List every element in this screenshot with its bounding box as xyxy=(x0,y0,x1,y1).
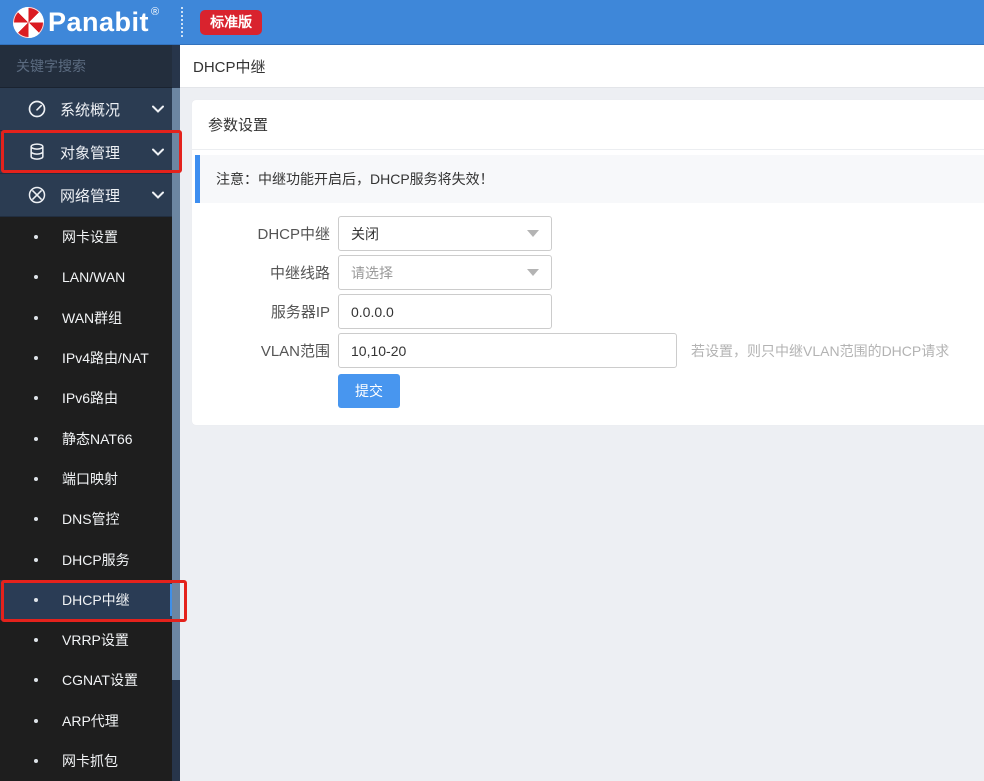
sidebar: 系统概况 对象管理 xyxy=(0,45,214,781)
database-icon xyxy=(27,142,47,162)
form-row: 中继线路 请选择 xyxy=(192,255,984,290)
sidebar-item-dns-control[interactable]: DNS管控 xyxy=(0,499,180,539)
search-input[interactable] xyxy=(0,58,197,74)
sidebar-item-dhcp-relay[interactable]: DHCP中继 xyxy=(0,579,180,620)
submit-button[interactable]: 提交 xyxy=(338,374,400,408)
form-row: 服务器IP xyxy=(192,294,984,329)
bullet-icon xyxy=(34,759,38,763)
network-icon xyxy=(27,185,47,205)
bullet-icon xyxy=(34,597,38,602)
page-title: DHCP中继 xyxy=(193,58,266,76)
server-ip-label: 服务器IP xyxy=(270,304,330,321)
notice-banner: 注意：中继功能开启后，DHCP服务将失效！ xyxy=(195,155,984,203)
sidebar-scrollbar[interactable] xyxy=(172,45,180,781)
relay-line-select[interactable]: 请选择 xyxy=(338,255,552,290)
sidebar-search xyxy=(0,45,214,88)
chevron-down-icon xyxy=(527,230,539,237)
chevron-down-icon xyxy=(152,105,164,113)
panabit-logo-icon xyxy=(13,7,44,38)
sidebar-item-label: 对象管理 xyxy=(60,144,121,162)
sidebar-item-lan-wan[interactable]: LAN/WAN xyxy=(0,257,180,297)
chevron-down-icon xyxy=(152,148,164,156)
sidebar-item-port-mapping[interactable]: 端口映射 xyxy=(0,459,180,499)
notice-text: 注意：中继功能开启后，DHCP服务将失效！ xyxy=(216,171,494,187)
sidebar-item-ipv6-route[interactable]: IPv6路由 xyxy=(0,378,180,418)
vlan-range-input[interactable] xyxy=(338,333,677,368)
sidebar-item-wan-group[interactable]: WAN群组 xyxy=(0,298,180,338)
vlan-range-hint: 若设置，则只中继VLAN范围的DHCP请求 xyxy=(691,342,950,359)
chevron-down-icon xyxy=(152,191,164,199)
sidebar-item-static-nat66[interactable]: 静态NAT66 xyxy=(0,418,180,458)
select-value: 关闭 xyxy=(351,225,379,242)
sidebar-item-nic-settings[interactable]: 网卡设置 xyxy=(0,217,180,257)
bullet-icon xyxy=(34,517,38,522)
sidebar-item-ipv4-route-nat[interactable]: IPv4路由/NAT xyxy=(0,338,180,378)
bullet-icon xyxy=(34,436,38,441)
bullet-icon xyxy=(34,396,38,401)
gauge-icon xyxy=(27,99,47,119)
bullet-icon xyxy=(34,356,38,361)
page-header: DHCP中继 xyxy=(180,45,984,88)
dhcp-relay-select[interactable]: 关闭 xyxy=(338,216,552,251)
sidebar-item-object-management[interactable]: 对象管理 xyxy=(0,131,180,174)
edition-badge: 标准版 xyxy=(200,9,263,35)
scrollbar-thumb[interactable] xyxy=(172,88,180,680)
brand-name: Panabit xyxy=(48,7,150,37)
bullet-icon xyxy=(34,315,38,320)
vlan-range-label: VLAN范围 xyxy=(260,343,330,360)
sidebar-item-packet-capture[interactable]: 网卡抓包 xyxy=(0,741,180,781)
chevron-down-icon xyxy=(527,269,539,276)
bullet-icon xyxy=(34,557,38,562)
server-ip-input[interactable] xyxy=(338,294,552,329)
registered-mark: ® xyxy=(151,6,160,18)
bullet-icon xyxy=(34,638,38,643)
bullet-icon xyxy=(34,718,38,723)
sidebar-item-label: 网络管理 xyxy=(60,187,121,205)
sidebar-item-vrrp-settings[interactable]: VRRP设置 xyxy=(0,620,180,660)
panel-title: 参数设置 xyxy=(192,100,984,150)
form-row: VLAN范围 若设置，则只中继VLAN范围的DHCP请求 xyxy=(192,333,984,368)
sidebar-sub-menu: 网卡设置 LAN/WAN WAN群组 IPv4路由/NAT IPv6路由 静态N… xyxy=(0,217,180,781)
brand: Panabit ® xyxy=(13,5,159,39)
bullet-icon xyxy=(34,275,38,280)
sidebar-item-dhcp-service[interactable]: DHCP服务 xyxy=(0,539,180,579)
sidebar-item-cgnat-settings[interactable]: CGNAT设置 xyxy=(0,660,180,700)
sidebar-item-label: 系统概况 xyxy=(60,101,121,119)
bullet-icon xyxy=(34,678,38,683)
sidebar-item-system-overview[interactable]: 系统概况 xyxy=(0,88,180,131)
form-row: 提交 xyxy=(192,374,984,408)
sidebar-item-arp-proxy[interactable]: ARP代理 xyxy=(0,701,180,741)
settings-card: 参数设置 注意：中继功能开启后，DHCP服务将失效！ DHCP中继 关闭 中继线… xyxy=(192,100,984,425)
form-row: DHCP中继 关闭 xyxy=(192,216,984,251)
relay-line-label: 中继线路 xyxy=(269,265,330,282)
main-content: DHCP中继 参数设置 注意：中继功能开启后，DHCP服务将失效！ DHCP中继… xyxy=(180,45,984,781)
dhcp-relay-form: DHCP中继 关闭 中继线路 请选择 服务器IP VLAN范围 xyxy=(192,203,984,408)
topbar: Panabit ® 标准版 xyxy=(0,0,984,45)
sidebar-item-network-management[interactable]: 网络管理 xyxy=(0,174,180,217)
bullet-icon xyxy=(34,235,38,240)
sidebar-top-menu: 系统概况 对象管理 网络管理 xyxy=(0,88,180,217)
bullet-icon xyxy=(34,476,38,481)
topbar-divider xyxy=(181,7,184,37)
dhcp-relay-label: DHCP中继 xyxy=(257,226,330,243)
select-value: 请选择 xyxy=(351,264,393,281)
